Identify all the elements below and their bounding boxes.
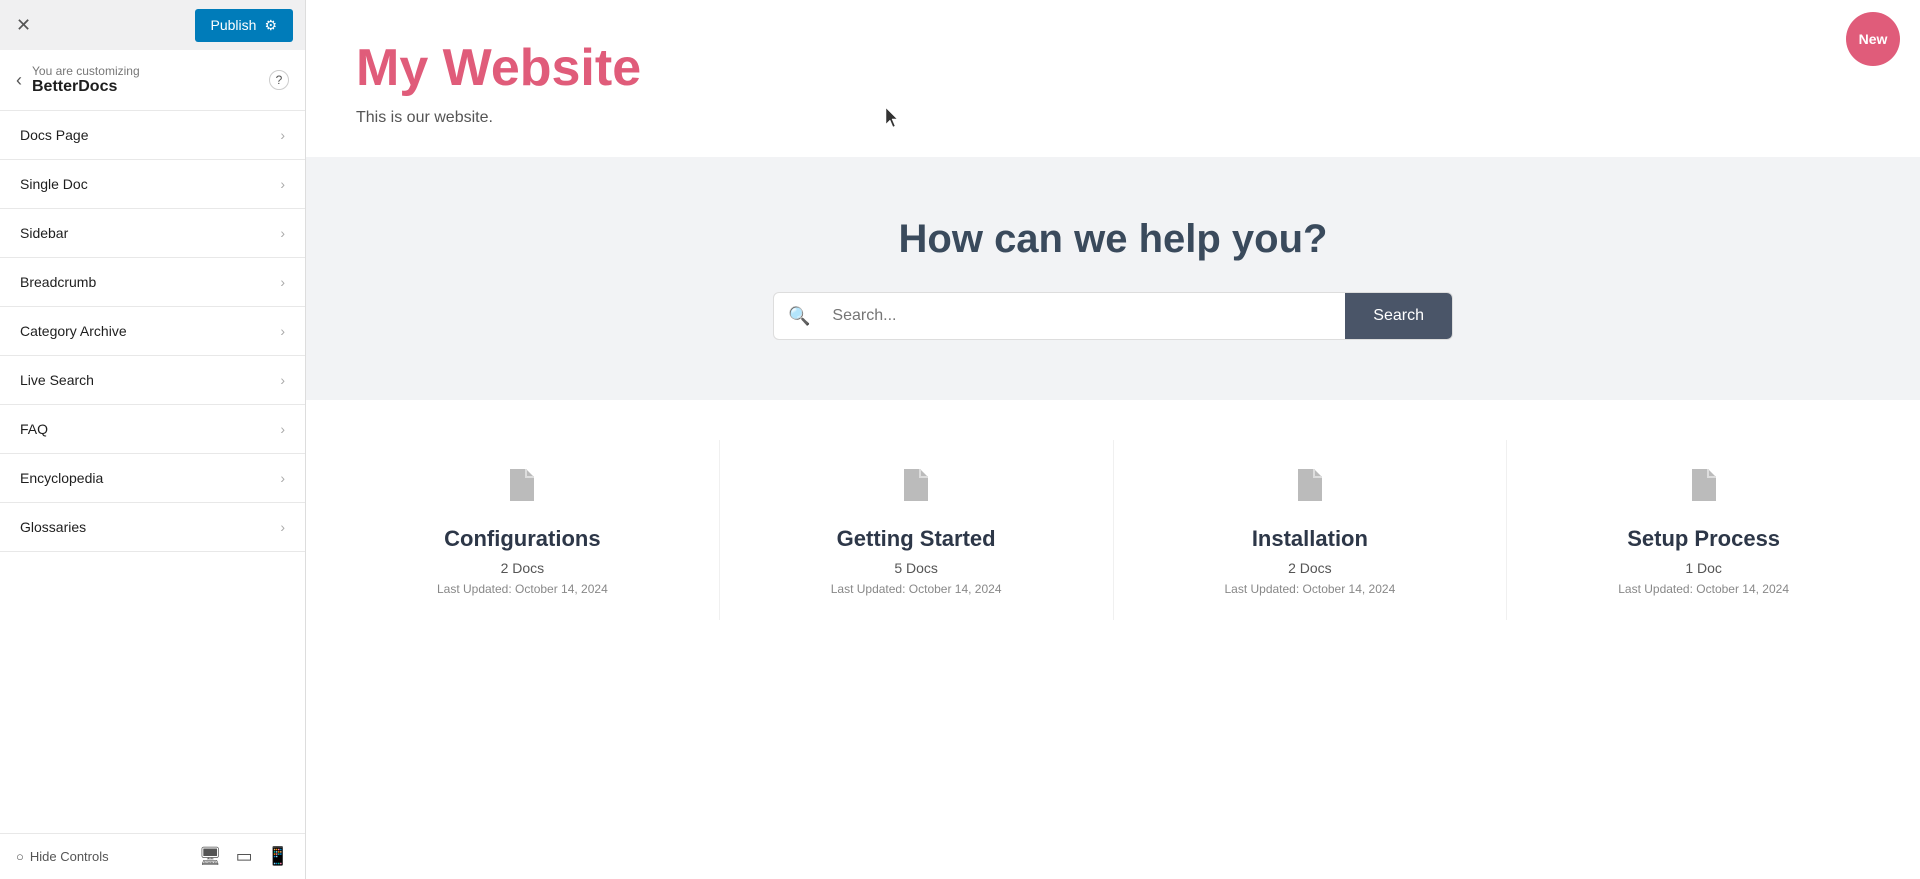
nav-item-label: Glossaries <box>20 519 86 535</box>
mobile-icon[interactable]: 📱 <box>267 846 289 867</box>
doc-card-count: 5 Docs <box>740 560 1093 576</box>
site-title: My Website <box>356 40 1870 97</box>
chevron-right-icon: › <box>280 176 285 192</box>
sidebar-item-sidebar[interactable]: Sidebar › <box>0 209 305 258</box>
doc-card-icon <box>497 460 547 510</box>
doc-card-title: Installation <box>1134 526 1487 552</box>
main-content: My Website This is our website. How can … <box>306 0 1920 879</box>
doc-card-icon <box>1285 460 1335 510</box>
chevron-right-icon: › <box>280 519 285 535</box>
sidebar-nav: Docs Page › Single Doc › Sidebar › Bread… <box>0 111 305 833</box>
doc-card-updated: Last Updated: October 14, 2024 <box>1134 582 1487 596</box>
search-button[interactable]: Search <box>1345 293 1452 339</box>
doc-card-icon <box>1679 460 1729 510</box>
sidebar-item-live-search[interactable]: Live Search › <box>0 356 305 405</box>
search-bar: 🔍 Search <box>773 292 1453 340</box>
tablet-icon[interactable]: ▭ <box>236 846 253 867</box>
hide-controls-label: Hide Controls <box>30 849 109 864</box>
sidebar-item-single-doc[interactable]: Single Doc › <box>0 160 305 209</box>
nav-item-label: Live Search <box>20 372 94 388</box>
doc-card-title: Getting Started <box>740 526 1093 552</box>
cards-section: Configurations 2 Docs Last Updated: Octo… <box>306 400 1920 660</box>
gear-icon: ⚙ <box>264 17 277 34</box>
circle-icon: ○ <box>16 849 24 864</box>
chevron-right-icon: › <box>280 470 285 486</box>
search-icon: 🔍 <box>774 306 824 327</box>
chevron-right-icon: › <box>280 127 285 143</box>
chevron-right-icon: › <box>280 372 285 388</box>
hero-section: My Website This is our website. <box>306 0 1920 157</box>
sidebar-item-docs-page[interactable]: Docs Page › <box>0 111 305 160</box>
doc-card-count: 1 Doc <box>1527 560 1880 576</box>
nav-item-label: Category Archive <box>20 323 127 339</box>
doc-card-icon <box>891 460 941 510</box>
nav-item-label: Single Doc <box>20 176 88 192</box>
doc-card-title: Configurations <box>346 526 699 552</box>
publish-button[interactable]: Publish ⚙ <box>195 9 293 42</box>
new-badge[interactable]: New <box>1846 12 1900 66</box>
search-heading: How can we help you? <box>346 217 1880 262</box>
sidebar-header-text: You are customizing BetterDocs <box>32 64 259 96</box>
doc-card-configurations[interactable]: Configurations 2 Docs Last Updated: Octo… <box>326 440 720 620</box>
chevron-right-icon: › <box>280 421 285 437</box>
close-icon[interactable]: ✕ <box>12 11 35 40</box>
doc-card-getting-started[interactable]: Getting Started 5 Docs Last Updated: Oct… <box>720 440 1114 620</box>
sidebar-item-breadcrumb[interactable]: Breadcrumb › <box>0 258 305 307</box>
sidebar-item-faq[interactable]: FAQ › <box>0 405 305 454</box>
site-subtitle: This is our website. <box>356 109 1870 127</box>
doc-card-installation[interactable]: Installation 2 Docs Last Updated: Octobe… <box>1114 440 1508 620</box>
help-icon[interactable]: ? <box>269 70 289 90</box>
hide-controls-button[interactable]: ○ Hide Controls <box>16 849 109 864</box>
sidebar-item-category-archive[interactable]: Category Archive › <box>0 307 305 356</box>
doc-card-updated: Last Updated: October 14, 2024 <box>740 582 1093 596</box>
sidebar-item-encyclopedia[interactable]: Encyclopedia › <box>0 454 305 503</box>
nav-item-label: Breadcrumb <box>20 274 96 290</box>
sidebar-topbar: ✕ Publish ⚙ <box>0 0 305 50</box>
sidebar-footer: ○ Hide Controls 🖥 ▭ 📱 <box>0 833 305 879</box>
sidebar-header: ‹ You are customizing BetterDocs ? <box>0 50 305 111</box>
doc-card-title: Setup Process <box>1527 526 1880 552</box>
chevron-right-icon: › <box>280 274 285 290</box>
device-icons: 🖥 ▭ 📱 <box>199 846 289 867</box>
doc-card-updated: Last Updated: October 14, 2024 <box>1527 582 1880 596</box>
nav-item-label: Encyclopedia <box>20 470 103 486</box>
doc-card-updated: Last Updated: October 14, 2024 <box>346 582 699 596</box>
sidebar-item-glossaries[interactable]: Glossaries › <box>0 503 305 552</box>
doc-card-count: 2 Docs <box>346 560 699 576</box>
nav-item-label: Sidebar <box>20 225 68 241</box>
chevron-right-icon: › <box>280 323 285 339</box>
doc-card-setup-process[interactable]: Setup Process 1 Doc Last Updated: Octobe… <box>1507 440 1900 620</box>
search-section: How can we help you? 🔍 Search <box>306 157 1920 400</box>
chevron-right-icon: › <box>280 225 285 241</box>
site-name: BetterDocs <box>32 78 259 96</box>
nav-item-label: Docs Page <box>20 127 88 143</box>
desktop-icon[interactable]: 🖥 <box>199 846 222 867</box>
nav-item-label: FAQ <box>20 421 48 437</box>
customizing-label: You are customizing <box>32 64 259 78</box>
search-input[interactable] <box>824 293 1345 339</box>
back-icon[interactable]: ‹ <box>16 70 22 91</box>
doc-card-count: 2 Docs <box>1134 560 1487 576</box>
publish-label: Publish <box>211 17 257 33</box>
sidebar: ✕ Publish ⚙ ‹ You are customizing Better… <box>0 0 306 879</box>
